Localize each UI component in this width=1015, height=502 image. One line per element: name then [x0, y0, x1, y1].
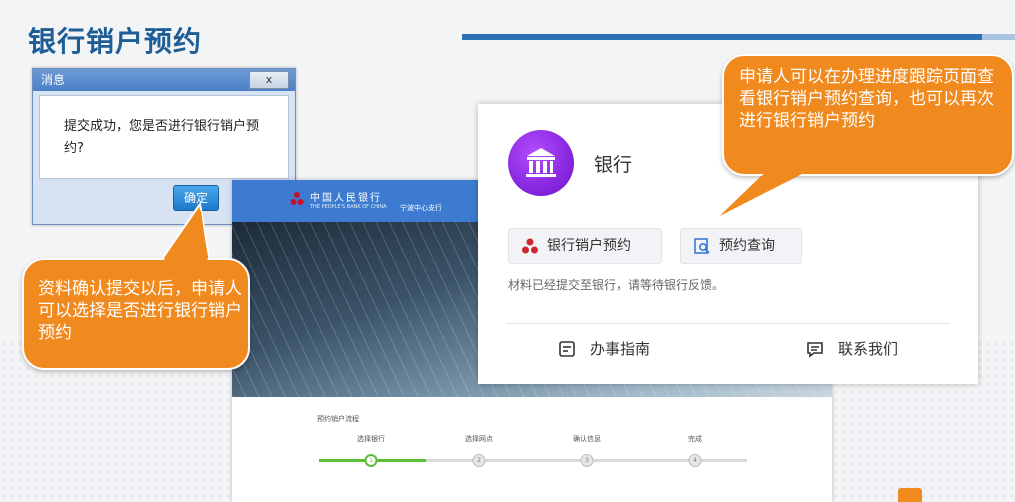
- callout-tail-joins: [162, 166, 818, 262]
- corner-decoration: [898, 488, 922, 502]
